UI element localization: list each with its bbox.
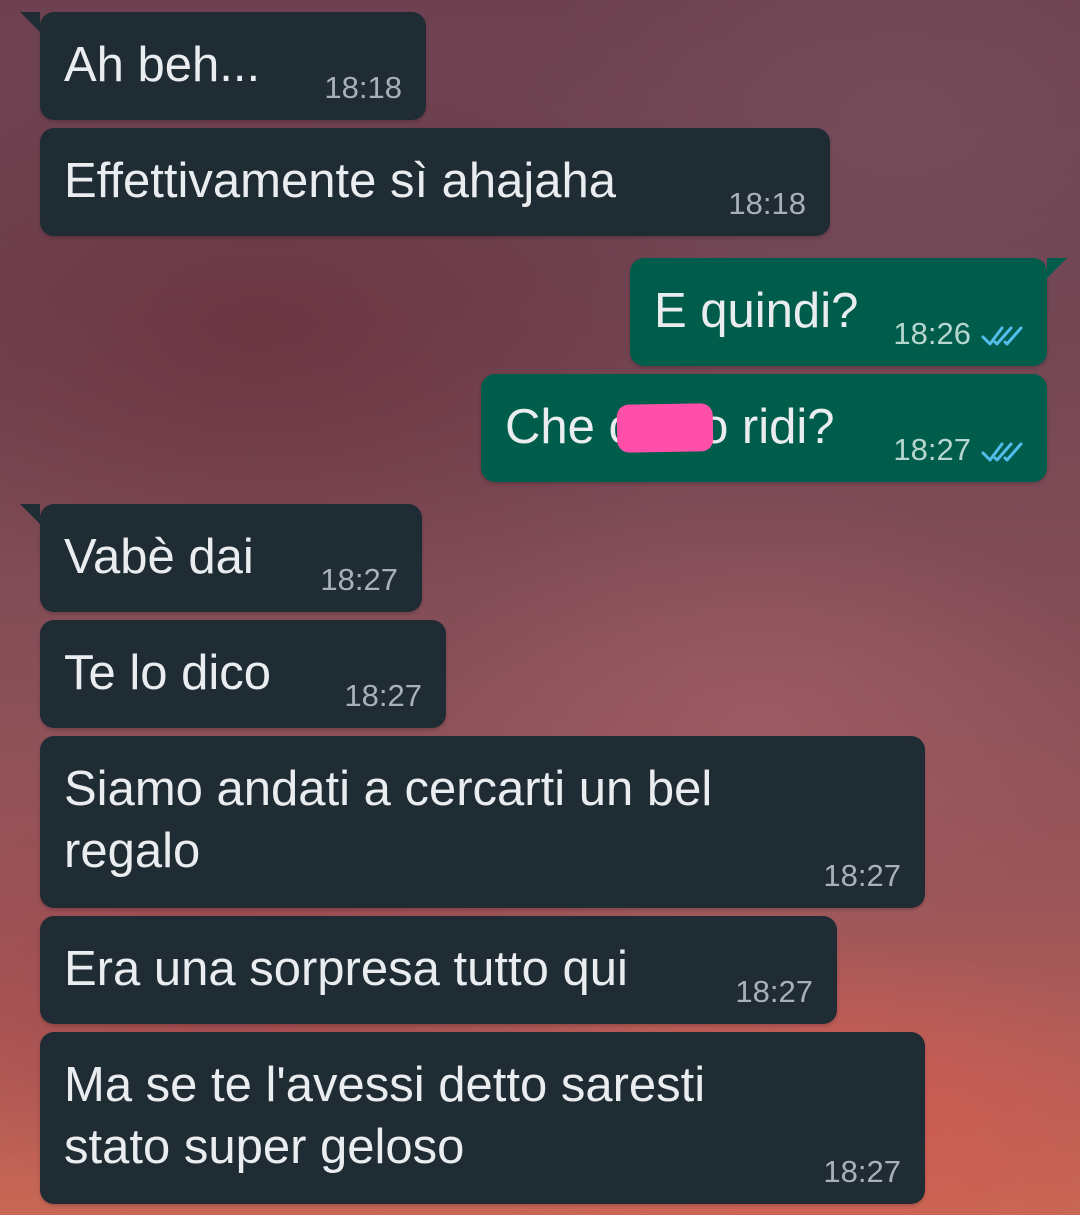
double-check-icon [981, 442, 1023, 462]
incoming-message-7[interactable]: Ma se te l'avessi detto saresti stato su… [40, 1032, 925, 1204]
message-time: 18:26 [893, 316, 971, 351]
outgoing-message-2[interactable]: Che c o ridi? 18:27 [481, 374, 1047, 482]
message-text: Era una sorpresa tutto qui [64, 942, 628, 996]
incoming-message-2[interactable]: Effettivamente sì ahajaha 18:18 [40, 128, 830, 236]
incoming-message-6[interactable]: Era una sorpresa tutto qui 18:27 [40, 916, 837, 1024]
redaction-mark [616, 403, 714, 453]
message-text: Vabè dai [64, 530, 254, 584]
message-meta: 18:26 [893, 316, 1023, 352]
message-text: Ma se te l'avessi detto saresti stato su… [64, 1058, 706, 1174]
message-time: 18:18 [324, 70, 402, 105]
message-time: 18:27 [823, 858, 901, 893]
double-check-icon [981, 326, 1023, 346]
chat-window: Ah beh... 18:18 Effettivamente sì ahajah… [0, 0, 1080, 1215]
message-time: 18:27 [735, 974, 813, 1009]
message-time: 18:27 [893, 432, 971, 467]
incoming-message-3[interactable]: Vabè dai 18:27 [20, 504, 422, 612]
message-text: Effettivamente sì ahajaha [64, 154, 617, 208]
incoming-message-5[interactable]: Siamo andati a cercarti un bel regalo 18… [40, 736, 925, 908]
incoming-message-1[interactable]: Ah beh... 18:18 [20, 12, 426, 120]
message-time: 18:27 [320, 562, 398, 597]
message-text: Te lo dico [64, 646, 272, 700]
message-text: E quindi? [654, 284, 859, 338]
incoming-message-4[interactable]: Te lo dico 18:27 [40, 620, 446, 728]
outgoing-message-1[interactable]: E quindi? 18:26 [630, 258, 1067, 366]
message-meta: 18:27 [893, 432, 1023, 468]
message-time: 18:27 [823, 1154, 901, 1189]
message-time: 18:27 [344, 678, 422, 713]
message-time: 18:18 [728, 186, 806, 221]
message-text: Siamo andati a cercarti un bel regalo [64, 762, 713, 878]
message-text: Ah beh... [64, 38, 261, 92]
